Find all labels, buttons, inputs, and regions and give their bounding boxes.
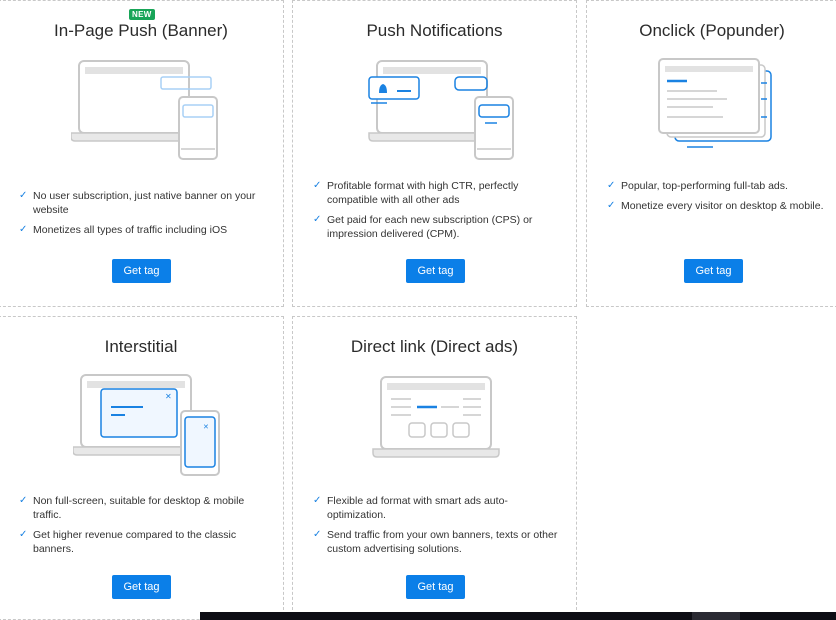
- check-icon: ✓: [607, 180, 616, 191]
- card-title: Push Notifications: [366, 21, 503, 40]
- feature-item: ✓ Send traffic from your own banners, tex…: [313, 529, 558, 555]
- card-title: Onclick (Popunder): [639, 21, 785, 40]
- feature-item: ✓ Profitable format with high CTR, perfec…: [313, 180, 519, 206]
- svg-text:✕: ✕: [203, 423, 209, 431]
- check-icon: ✓: [19, 190, 28, 201]
- taskbar-segment: [692, 612, 740, 620]
- feature-item: ✓ Flexible ad format with smart ads auto-…: [313, 495, 508, 521]
- ad-format-card-interstitial: Interstitial ✕ ✕ ✓ Non full-screen, suita…: [0, 316, 284, 620]
- new-badge: NEW: [129, 9, 155, 20]
- feature-item: ✓ Non full-screen, suitable for desktop &…: [19, 495, 245, 521]
- feature-item: ✓ Get higher revenue compared to the clas…: [19, 529, 237, 555]
- get-tag-button[interactable]: Get tag: [112, 575, 171, 599]
- feature-list: ✓ Non full-screen, suitable for desktop &…: [19, 494, 269, 562]
- laptop-overlay-popup-icon: ✕ ✕: [73, 374, 220, 476]
- ad-format-card-push-notifications: Push Notifications ✓ Profitable format wi…: [292, 0, 577, 307]
- get-tag-button[interactable]: Get tag: [406, 259, 465, 283]
- check-icon: ✓: [19, 529, 28, 540]
- feature-list: ✓ Flexible ad format with smart ads auto-…: [313, 494, 563, 562]
- svg-text:✕: ✕: [165, 392, 172, 401]
- get-tag-button[interactable]: Get tag: [684, 259, 743, 283]
- card-title: Interstitial: [104, 337, 178, 356]
- feature-item: ✓ Popular, top-performing full-tab ads.: [607, 180, 788, 192]
- feature-item: ✓ Monetizes all types of traffic includin…: [19, 224, 228, 236]
- feature-item: ✓ Monetize every visitor on desktop & mob…: [607, 200, 824, 212]
- laptop-phone-banner-icon: [71, 60, 218, 160]
- ad-format-card-onclick-popunder: Onclick (Popunder) ✓ Popular, top-perform…: [586, 0, 836, 307]
- check-icon: ✓: [313, 529, 322, 540]
- laptop-notification-bell-icon: [368, 60, 514, 160]
- feature-item: ✓ Get paid for each new subscription (CPS…: [313, 214, 533, 240]
- check-icon: ✓: [19, 224, 28, 235]
- feature-list: ✓ Popular, top-performing full-tab ads. ✓…: [607, 179, 835, 219]
- laptop-landing-page-icon: [372, 376, 500, 458]
- check-icon: ✓: [313, 180, 322, 191]
- get-tag-button[interactable]: Get tag: [406, 575, 465, 599]
- check-icon: ✓: [19, 495, 28, 506]
- ad-format-card-in-page-push: NEW In-Page Push (Banner) ✓ No user subsc…: [0, 0, 284, 307]
- check-icon: ✓: [313, 495, 322, 506]
- stacked-browser-tabs-icon: [658, 58, 772, 148]
- feature-list: ✓ No user subscription, just native banne…: [19, 189, 269, 243]
- feature-list: ✓ Profitable format with high CTR, perfec…: [313, 179, 563, 247]
- card-title: In-Page Push (Banner): [54, 21, 228, 40]
- taskbar-strip: [200, 612, 836, 620]
- ad-format-card-direct-link: Direct link (Direct ads) ✓ Flexible ad fo…: [292, 316, 577, 620]
- check-icon: ✓: [607, 200, 616, 211]
- feature-item: ✓ No user subscription, just native banne…: [19, 190, 256, 216]
- check-icon: ✓: [313, 214, 322, 225]
- get-tag-button[interactable]: Get tag: [112, 259, 171, 283]
- card-title: Direct link (Direct ads): [350, 337, 519, 356]
